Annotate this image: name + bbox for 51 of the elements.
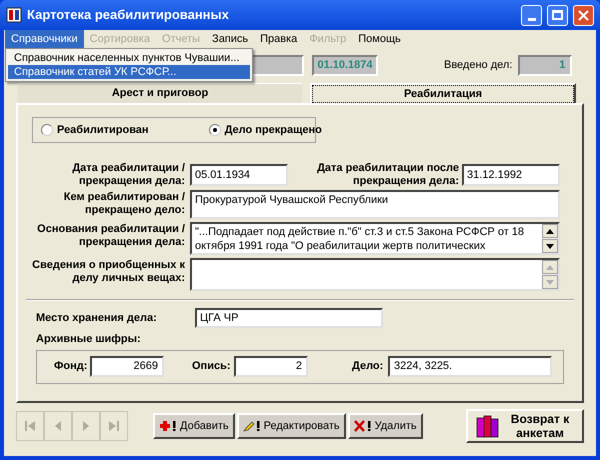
- last-icon: [108, 420, 120, 432]
- close-button[interactable]: [573, 4, 594, 26]
- field-label: Основания реабилитации / прекращения дела:: [36, 222, 186, 249]
- fond-field[interactable]: 2669: [90, 356, 164, 377]
- tab[interactable]: Реабилитация: [310, 83, 576, 103]
- plus-icon: [159, 420, 177, 432]
- edit-button[interactable]: Редактировать: [236, 413, 346, 439]
- date-field: 01.10.1874: [312, 54, 378, 76]
- section-label: Архивные шифры:: [36, 332, 141, 347]
- input-field[interactable]: Прокуратурой Чувашской Республики: [190, 190, 560, 219]
- add-button[interactable]: Добавить: [153, 413, 235, 439]
- delete-button[interactable]: Удалить: [348, 413, 423, 439]
- cross-icon: [354, 420, 372, 432]
- close-icon: [578, 10, 589, 20]
- count-label: Введено дел:: [444, 58, 512, 73]
- text-area[interactable]: "...Подпадает под действие п."б" ст.3 и ст.5 Закона РСФСР от 18 октября 1991 года "О реабилитации жертв политических: [190, 222, 560, 255]
- maximize-button[interactable]: [547, 4, 568, 26]
- radio-button[interactable]: [208, 124, 221, 136]
- storage-field[interactable]: ЦГА ЧР: [195, 308, 383, 328]
- count-field: 1: [518, 54, 572, 76]
- radio-label[interactable]: Реабилитирован: [57, 122, 149, 138]
- pencil-icon: [242, 420, 261, 432]
- field-label: Сведения о приобщенных к делу личных вещах:: [31, 258, 186, 285]
- menu-item[interactable]: Справочник статей УК РСФСР...: [8, 65, 250, 79]
- minimize-button[interactable]: [521, 4, 542, 26]
- tab[interactable]: Арест и приговор: [18, 83, 302, 103]
- first-icon: [24, 420, 36, 432]
- field-label: Дата реабилитации после прекращения дела:: [316, 162, 460, 188]
- menu-item[interactable]: Помощь: [352, 30, 407, 49]
- field-label: Место хранения дела:: [36, 310, 158, 326]
- radio-button[interactable]: [41, 124, 53, 136]
- date-field[interactable]: 31.12.1992: [462, 164, 560, 186]
- field-label: Дата реабилитации / прекращения дела:: [71, 162, 186, 188]
- text-area[interactable]: [190, 258, 560, 291]
- menu-item[interactable]: Запись: [206, 30, 254, 49]
- app-icon: [6, 7, 22, 23]
- menu-item[interactable]: Справочники: [5, 30, 84, 49]
- field-label: Фонд:: [54, 359, 88, 374]
- menu-item[interactable]: Справочник населенных пунктов Чувашии...: [8, 51, 250, 65]
- menu-item[interactable]: Правка: [254, 30, 304, 49]
- field-label: Дело:: [352, 359, 384, 374]
- return-button[interactable]: Возврат к анкетам: [466, 409, 584, 443]
- field-label: Опись:: [192, 359, 232, 374]
- scroll-bar[interactable]: [542, 224, 558, 253]
- date-field[interactable]: 05.01.1934: [190, 164, 288, 186]
- window-title: Картотека реабилитированных: [27, 6, 230, 24]
- books-icon: [476, 414, 500, 438]
- radio-label[interactable]: Дело прекращено: [224, 122, 322, 138]
- delo-field[interactable]: 3224, 3225.: [388, 356, 552, 377]
- field-label: Кем реабилитирован / прекращено дело:: [62, 190, 186, 217]
- opis-field[interactable]: 2: [234, 356, 308, 377]
